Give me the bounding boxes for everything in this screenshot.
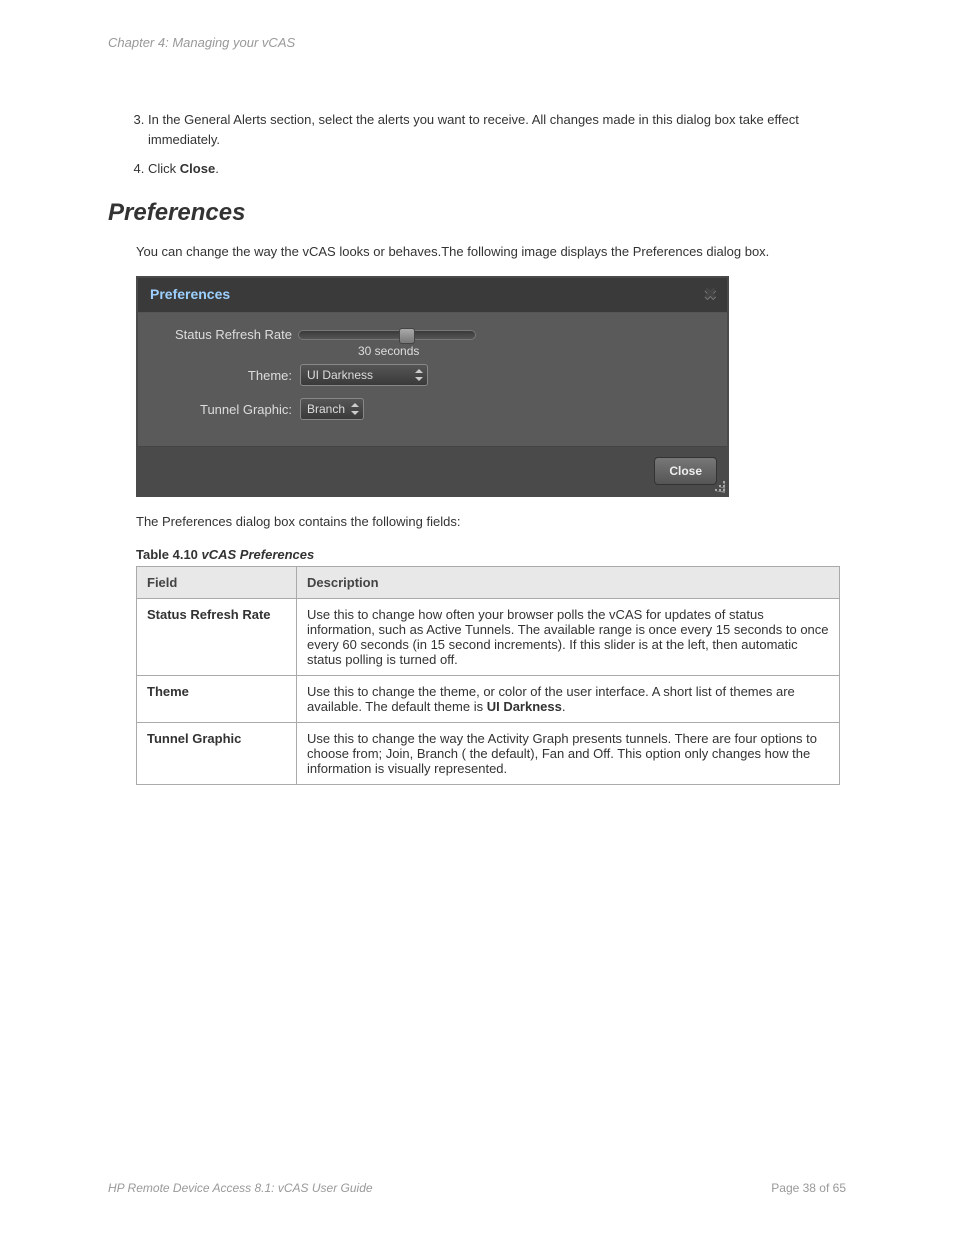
after-dialog-text: The Preferences dialog box contains the … — [136, 512, 846, 532]
preferences-dialog: Preferences ✖ Status Refresh Rate 30 sec… — [136, 276, 729, 497]
theme-select[interactable]: UI Darkness — [300, 364, 428, 386]
close-button[interactable]: Close — [654, 457, 717, 485]
row-desc-bold: UI Darkness — [487, 699, 562, 714]
slider-thumb[interactable] — [399, 328, 415, 344]
updown-icon — [351, 403, 359, 415]
tunnel-graphic-value: Branch — [307, 402, 345, 416]
chapter-header: Chapter 4: Managing your vCAS — [108, 35, 846, 50]
dialog-titlebar: Preferences ✖ — [138, 278, 727, 313]
row-field: Theme — [137, 675, 297, 722]
table-caption-prefix: Table 4.10 — [136, 547, 202, 562]
row-desc: Use this to change the way the Activity … — [297, 722, 840, 784]
dialog-footer: Close — [138, 446, 727, 495]
steps-list: In the General Alerts section, select th… — [108, 110, 846, 179]
table-row: Theme Use this to change the theme, or c… — [137, 675, 840, 722]
slider-value: 30 seconds — [358, 344, 419, 358]
status-refresh-slider[interactable]: 30 seconds — [298, 330, 476, 340]
footer-page-number: Page 38 of 65 — [771, 1181, 846, 1195]
page-footer: HP Remote Device Access 8.1: vCAS User G… — [108, 1181, 846, 1195]
row-desc-post: . — [562, 699, 566, 714]
resize-grip-icon[interactable] — [713, 481, 725, 493]
row-desc: Use this to change how often your browse… — [297, 598, 840, 675]
col-field-header: Field — [137, 566, 297, 598]
footer-doc-title: HP Remote Device Access 8.1: vCAS User G… — [108, 1181, 373, 1195]
updown-icon — [415, 369, 423, 381]
intro-paragraph: You can change the way the vCAS looks or… — [136, 242, 846, 262]
dialog-title-text: Preferences — [150, 286, 230, 302]
theme-label: Theme: — [148, 368, 298, 383]
close-icon[interactable]: ✖ — [704, 284, 717, 304]
status-refresh-label: Status Refresh Rate — [148, 327, 298, 342]
row-desc: Use this to change the theme, or color o… — [297, 675, 840, 722]
step-4-prefix: Click — [148, 161, 180, 176]
step-4-action: Close — [180, 161, 215, 176]
section-title: Preferences — [108, 199, 846, 227]
slider-track[interactable] — [298, 330, 476, 340]
step-3: In the General Alerts section, select th… — [148, 110, 846, 149]
table-row: Status Refresh Rate Use this to change h… — [137, 598, 840, 675]
tunnel-graphic-select[interactable]: Branch — [300, 398, 364, 420]
dialog-body: Status Refresh Rate 30 seconds Theme: UI… — [138, 313, 727, 446]
step-4-suffix: . — [215, 161, 219, 176]
table-caption: Table 4.10 vCAS Preferences — [136, 547, 846, 562]
col-desc-header: Description — [297, 566, 840, 598]
step-4: Click Close. — [148, 159, 846, 179]
table-row: Tunnel Graphic Use this to change the wa… — [137, 722, 840, 784]
theme-value: UI Darkness — [307, 368, 373, 382]
row-field: Status Refresh Rate — [137, 598, 297, 675]
tunnel-graphic-label: Tunnel Graphic: — [148, 402, 298, 417]
preferences-table: Field Description Status Refresh Rate Us… — [136, 566, 840, 785]
table-caption-title: vCAS Preferences — [202, 547, 315, 562]
row-field: Tunnel Graphic — [137, 722, 297, 784]
